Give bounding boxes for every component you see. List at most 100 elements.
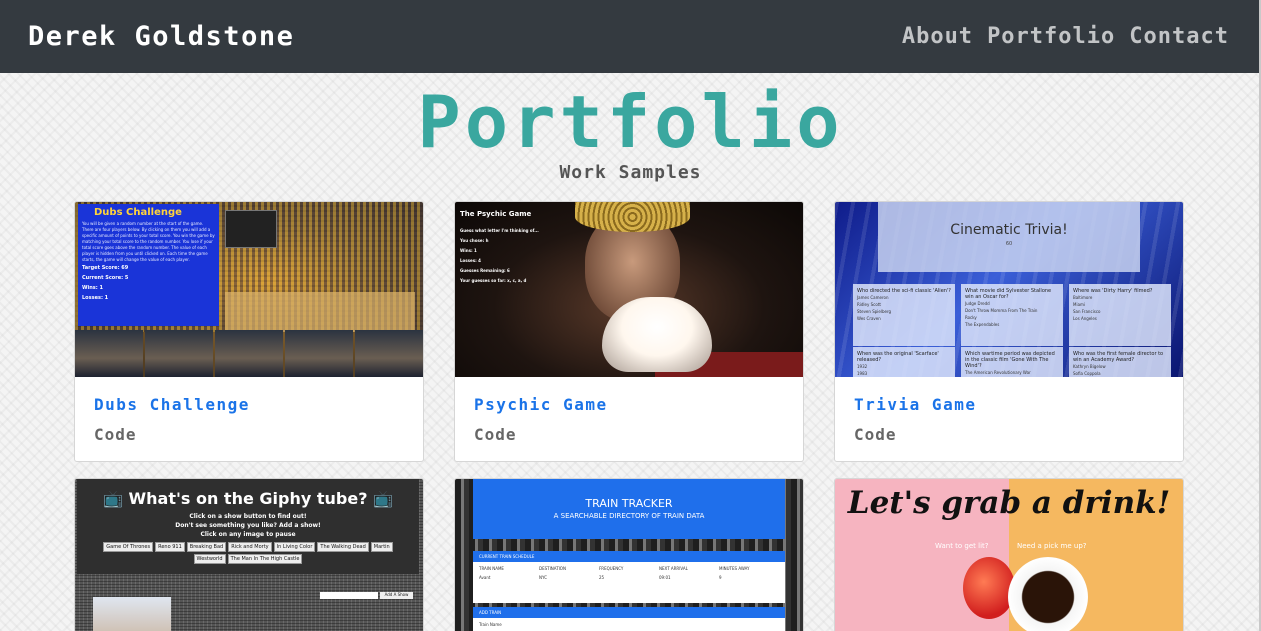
- psychic-heading: The Psychic Game: [460, 210, 532, 218]
- option[interactable]: The Expendables: [965, 321, 1059, 328]
- code-link[interactable]: Code: [854, 425, 1164, 444]
- nav-link-about[interactable]: About: [902, 24, 973, 49]
- crystal-ball: [602, 297, 712, 372]
- player-photo: [355, 330, 423, 377]
- option[interactable]: 1932: [857, 363, 951, 370]
- show-button[interactable]: Breaking Bad: [186, 542, 227, 552]
- show-button[interactable]: The Walking Dead: [317, 542, 369, 552]
- option[interactable]: Judge Dredd: [965, 300, 1059, 307]
- player-photo: [75, 330, 143, 377]
- giphy-line: Click on a show button to find out!: [189, 513, 307, 520]
- trivia-screenshot[interactable]: Cinematic Trivia! 60 Who directed the sc…: [835, 202, 1183, 377]
- train-screenshot[interactable]: TRAIN TRACKER A SEARCHABLE DIRECTORY OF …: [455, 479, 803, 631]
- trivia-timer: 60: [1005, 241, 1013, 247]
- giphy-heading-text: What's on the Giphy tube?: [128, 489, 368, 508]
- table-title: CURRENT TRAIN SCHEDULE: [473, 551, 785, 562]
- dubs-stat: Current Score: 5: [82, 275, 129, 281]
- trivia-question: Who directed the sci-fi classic 'Alien'?…: [853, 284, 955, 346]
- option[interactable]: Kathryn Bigelow: [1073, 363, 1167, 370]
- option[interactable]: Steven Spielberg: [857, 308, 951, 315]
- column-header: NEXT ARRIVAL: [659, 566, 688, 571]
- drink-left-prompt: Want to get lit?: [935, 542, 989, 550]
- table-cell: 09:01: [659, 575, 671, 580]
- brand-link[interactable]: Derek Goldstone: [28, 21, 294, 52]
- table-cell: 25: [599, 575, 605, 580]
- dubs-intro: You will be given a random number at the…: [82, 221, 215, 262]
- add-train-title: ADD TRAIN: [473, 607, 785, 618]
- dubs-info-panel: Dubs Challenge You will be given a rando…: [78, 204, 219, 326]
- option[interactable]: Sofia Coppola: [1073, 370, 1167, 377]
- question-text: What movie did Sylvester Stallone win an…: [965, 288, 1052, 300]
- card-title-link[interactable]: Trivia Game: [854, 395, 1164, 414]
- psychic-line: Wins: 1: [460, 248, 477, 253]
- nav-link-contact[interactable]: Contact: [1129, 24, 1229, 49]
- option[interactable]: 1983: [857, 370, 951, 377]
- option[interactable]: Baltimore: [1073, 294, 1167, 301]
- giphy-panel: 📺 What's on the Giphy tube? 📺 Click on a…: [77, 479, 419, 574]
- giphy-line: Click on any image to pause: [200, 531, 296, 538]
- card-body: Dubs Challenge Code: [75, 377, 423, 461]
- psychic-screenshot[interactable]: The Psychic Game Guess what letter I'm t…: [455, 202, 803, 377]
- coffee-cup-image[interactable]: [1008, 557, 1088, 631]
- drink-screenshot[interactable]: Let's grab a drink! Want to get lit? Nee…: [835, 479, 1183, 631]
- portfolio-card-drink: Let's grab a drink! Want to get lit? Nee…: [834, 478, 1184, 631]
- dubs-screenshot[interactable]: Dubs Challenge You will be given a rando…: [75, 202, 423, 377]
- option[interactable]: San Francisco: [1073, 308, 1167, 315]
- nav-link-portfolio[interactable]: Portfolio: [987, 24, 1115, 49]
- column-header: FREQUENCY: [599, 566, 624, 571]
- add-show-button[interactable]: Add A Show: [380, 592, 413, 599]
- trivia-question: When was the original 'Scarface' release…: [853, 347, 955, 377]
- player-photo: [145, 330, 213, 377]
- card-title-link[interactable]: Dubs Challenge: [94, 395, 404, 414]
- portfolio-card-train: TRAIN TRACKER A SEARCHABLE DIRECTORY OF …: [454, 478, 804, 631]
- dubs-stat: Target Score: 69: [82, 265, 129, 271]
- giphy-screenshot[interactable]: 📺 What's on the Giphy tube? 📺 Click on a…: [75, 479, 423, 631]
- card-body: Psychic Game Code: [455, 377, 803, 461]
- player-photo: [285, 330, 353, 377]
- question-text: Which wartime period was depicted in the…: [965, 351, 1055, 369]
- show-button[interactable]: Martin: [370, 542, 393, 552]
- option[interactable]: Don't Throw Momma From The Train: [965, 307, 1059, 314]
- show-buttons: Game Of Thrones Reno 911 Breaking Bad Ri…: [77, 539, 419, 567]
- option[interactable]: Miami: [1073, 301, 1167, 308]
- psychic-line: Losses: 4: [460, 258, 481, 263]
- portfolio-card-psychic: The Psychic Game Guess what letter I'm t…: [454, 201, 804, 462]
- option[interactable]: Rocky: [965, 314, 1059, 321]
- table-cell: 9: [719, 575, 722, 580]
- show-button[interactable]: Westworld: [193, 554, 226, 564]
- show-button[interactable]: Rick and Morty: [228, 542, 272, 552]
- portfolio-card-trivia: Cinematic Trivia! 60 Who directed the sc…: [834, 201, 1184, 462]
- option[interactable]: James Cameron: [857, 294, 951, 301]
- code-link[interactable]: Code: [474, 425, 784, 444]
- show-button[interactable]: Game Of Thrones: [103, 542, 154, 552]
- show-button[interactable]: The Man In The High Castle: [227, 554, 303, 564]
- column-header: DESTINATION: [539, 566, 566, 571]
- option[interactable]: Ridley Scott: [857, 301, 951, 308]
- gif-thumbnail[interactable]: [93, 597, 171, 631]
- code-link[interactable]: Code: [94, 425, 404, 444]
- column-header: MINUTES AWAY: [719, 566, 750, 571]
- card-title-link[interactable]: Psychic Game: [474, 395, 784, 414]
- add-show-input[interactable]: [320, 592, 378, 599]
- player-photos: [75, 330, 423, 377]
- navbar: Derek Goldstone About Portfolio Contact: [0, 0, 1259, 73]
- table-cell: Avant: [479, 575, 491, 580]
- show-button[interactable]: Reno 911: [155, 542, 185, 552]
- cocktail-image[interactable]: [963, 557, 1015, 619]
- trivia-question: Who was the first female director to win…: [1069, 347, 1171, 377]
- jumbotron: [225, 210, 277, 248]
- train-schedule-table: CURRENT TRAIN SCHEDULE TRAIN NAME DESTIN…: [473, 551, 785, 603]
- psychic-text: The Psychic Game Guess what letter I'm t…: [460, 210, 539, 286]
- drink-heading: Let's grab a drink!: [847, 485, 1171, 521]
- player-photo: [215, 330, 283, 377]
- add-train-panel: ADD TRAIN Train Name: [473, 607, 785, 631]
- option[interactable]: The American Revolutionary War: [965, 369, 1059, 376]
- nav-links: About Portfolio Contact: [902, 24, 1229, 49]
- option[interactable]: Wes Craven: [857, 315, 951, 322]
- show-button[interactable]: In Living Color: [273, 542, 316, 552]
- portfolio-card-dubs: Dubs Challenge You will be given a rando…: [74, 201, 424, 462]
- psychic-line: Your guesses so far: x, c, a, d: [460, 278, 527, 283]
- option[interactable]: Los Angeles: [1073, 315, 1167, 322]
- psychic-line: Guesses Remaining: 6: [460, 268, 510, 273]
- question-text: Who was the first female director to win…: [1073, 351, 1164, 363]
